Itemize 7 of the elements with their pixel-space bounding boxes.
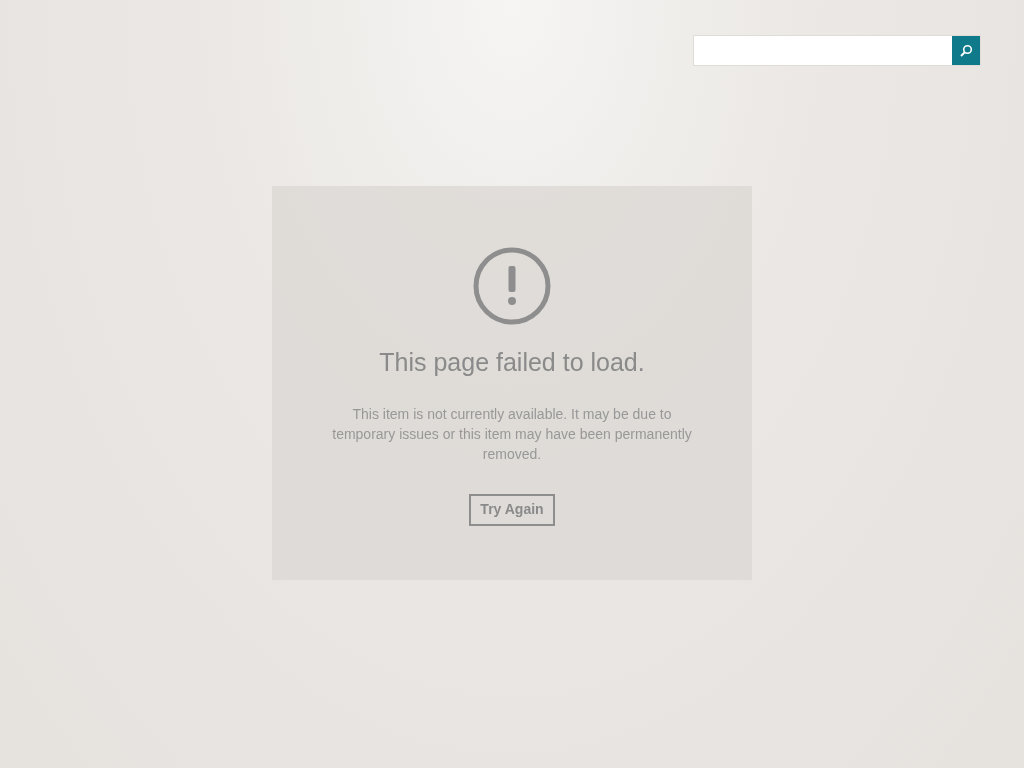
try-again-button[interactable]: Try Again <box>469 493 555 526</box>
error-message: This item is not currently available. It may be due to temporary issues or this item may have been permanently removed. <box>331 404 693 464</box>
search-button[interactable] <box>952 36 980 65</box>
warning-icon <box>472 246 552 326</box>
search-icon <box>959 43 973 58</box>
search-field[interactable] <box>693 35 981 66</box>
error-title: This page failed to load. <box>379 347 645 378</box>
